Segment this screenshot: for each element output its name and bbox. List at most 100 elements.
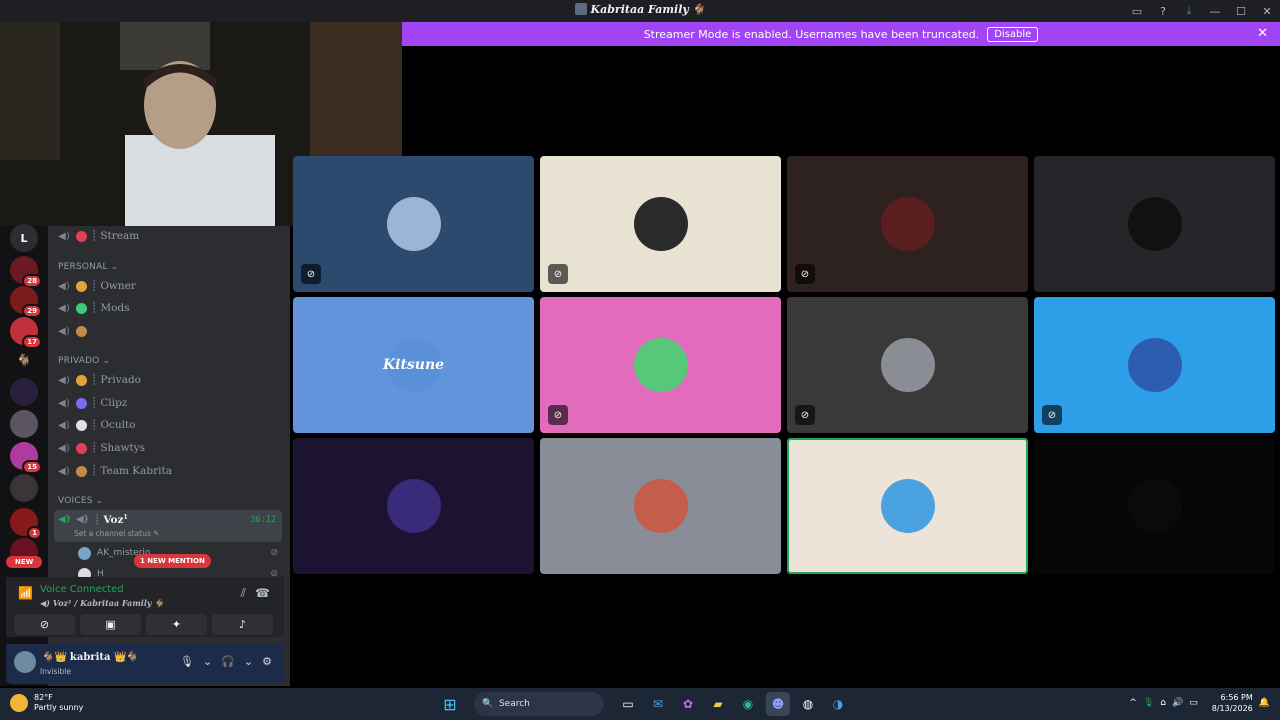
channel-voz-active[interactable]: ◀) ◀) ┊ Voz 1 36:12 Set a channel status ✎ bbox=[54, 510, 282, 542]
volume-icon[interactable]: 🔊 bbox=[1172, 698, 1183, 708]
category-voices[interactable]: VOICES ⌄+ bbox=[58, 494, 306, 508]
screen-share-button[interactable]: ▣ bbox=[80, 614, 141, 635]
avatar bbox=[78, 546, 91, 560]
soundboard-button[interactable]: ♪ bbox=[212, 614, 273, 635]
disconnect-icon[interactable]: ☎ bbox=[255, 586, 270, 600]
discord-icon[interactable]: ☻ bbox=[766, 692, 790, 716]
channel-oculto[interactable]: ◀) ┊ Oculto bbox=[58, 416, 280, 434]
help-icon[interactable]: ? bbox=[1150, 5, 1176, 18]
crown-emoji: 🐐👑 bbox=[42, 652, 67, 663]
muted-icon: ⊘ bbox=[548, 405, 568, 425]
channel-shawtys[interactable]: ◀) ┊ Shawtys bbox=[58, 439, 280, 457]
notifications-icon[interactable]: 🔔 bbox=[1259, 698, 1270, 708]
new-mention-pill[interactable]: 1 NEW MENTION bbox=[134, 554, 211, 568]
channel-label: Mods bbox=[100, 302, 130, 314]
server-icon-1[interactable]: 28 bbox=[10, 256, 42, 288]
channel-label: Shawtys bbox=[100, 442, 146, 454]
server-icon-6[interactable] bbox=[10, 410, 38, 438]
category-personal[interactable]: PERSONAL ⌄+ bbox=[58, 260, 321, 274]
channel-emoji bbox=[76, 280, 87, 292]
participant-tile[interactable] bbox=[787, 438, 1028, 574]
category-privado[interactable]: PRIVADO ⌄+ bbox=[58, 354, 313, 368]
user-avatar[interactable] bbox=[14, 651, 36, 673]
participant-tile[interactable] bbox=[540, 438, 781, 574]
participant-tile[interactable]: ⊘ bbox=[540, 156, 781, 292]
server-home[interactable]: L bbox=[10, 224, 38, 252]
voice-grid: ⊘ ⊘ ⊘ Kitsune ⊘ ⊘ ⊘ bbox=[293, 156, 1275, 574]
channel-label: Oculto bbox=[100, 419, 136, 431]
channel-status-hint[interactable]: Set a channel status ✎ bbox=[74, 529, 159, 538]
clock[interactable]: 6:56 PM 8/13/2026 bbox=[1212, 692, 1253, 714]
browser-icon[interactable]: ◑ bbox=[826, 692, 850, 716]
signal-icon[interactable]: 📶 bbox=[18, 586, 33, 600]
server-icon-3[interactable]: 17 bbox=[10, 317, 42, 349]
server-icon-5[interactable] bbox=[10, 378, 38, 406]
outlook-icon[interactable]: ✉ bbox=[646, 692, 670, 716]
chevron-down-icon[interactable]: ⌄ bbox=[244, 655, 253, 668]
search-box[interactable]: 🔍 Search bbox=[474, 692, 604, 716]
participant-tile[interactable]: ⊘ bbox=[293, 156, 534, 292]
battery-icon[interactable]: ▭ bbox=[1189, 698, 1198, 708]
separator: ┊ bbox=[91, 302, 98, 314]
chevron-down-icon[interactable]: ⌄ bbox=[203, 655, 212, 668]
user-display-name[interactable]: 🐐👑 kabrita 👑🐐 bbox=[42, 652, 139, 663]
microphone-tray-icon[interactable]: 🎙 bbox=[1143, 698, 1154, 708]
participant-tile[interactable]: ⊘ bbox=[1034, 297, 1275, 433]
channel-clipz[interactable]: ◀) ┊ Clipz bbox=[58, 394, 280, 412]
camera-toggle-button[interactable]: ⊘ bbox=[14, 614, 75, 635]
separator: ┊ bbox=[91, 230, 98, 242]
voice-state[interactable]: Voice Connected bbox=[40, 584, 124, 595]
channel-privado[interactable]: ◀) ┊ Privado bbox=[58, 371, 280, 389]
edge-icon[interactable]: ◉ bbox=[736, 692, 760, 716]
server-icon-8[interactable] bbox=[10, 474, 38, 502]
inbox-icon[interactable]: ▭ bbox=[1124, 5, 1150, 18]
channel-stream[interactable]: ◀) ┊ Stream bbox=[58, 227, 280, 245]
channel-team-kabrita[interactable]: ◀) ┊ Team Kabrita bbox=[58, 462, 280, 480]
channel-goat[interactable]: ◀) bbox=[58, 322, 280, 340]
minimize-icon[interactable]: — bbox=[1202, 5, 1228, 18]
streamer-mode-banner: Streamer Mode is enabled. Usernames have… bbox=[402, 22, 1280, 46]
channel-owner[interactable]: ◀) ┊ Owner bbox=[58, 277, 280, 295]
download-icon[interactable]: ⤓ bbox=[1176, 4, 1202, 18]
channel-mods[interactable]: ◀) ┊ Mods bbox=[58, 299, 280, 317]
channel-status-text: Set a channel status bbox=[74, 529, 151, 538]
task-view-icon[interactable]: ▭ bbox=[616, 692, 640, 716]
voice-icon: ◀) bbox=[58, 302, 70, 314]
participant-tile[interactable] bbox=[293, 438, 534, 574]
show-hidden-icons[interactable]: ^ bbox=[1129, 698, 1137, 708]
participant-avatar bbox=[880, 338, 935, 392]
server-icon-7[interactable]: 15 bbox=[10, 442, 42, 474]
copilot-icon[interactable]: ✿ bbox=[676, 692, 700, 716]
voice-location[interactable]: ◀) Voz¹ / Kabritaa Family 🐐 bbox=[40, 598, 164, 608]
disable-button[interactable]: Disable bbox=[987, 26, 1039, 42]
headphones-icon[interactable]: 🎧 bbox=[221, 655, 235, 668]
server-icon-9[interactable]: 1 bbox=[10, 508, 42, 540]
close-icon[interactable]: ✕ bbox=[1254, 5, 1280, 18]
participant-tile[interactable]: ⊘ bbox=[787, 297, 1028, 433]
weather-widget[interactable]: 82°F Partly sunny bbox=[10, 693, 83, 713]
taskbar-apps: ⊞ 🔍 Search ▭ ✉ ✿ ▰ ◉ ☻ ◍ ◑ bbox=[438, 692, 850, 716]
participant-tile[interactable]: Kitsune bbox=[293, 297, 534, 433]
partly-sunny-icon bbox=[10, 694, 28, 712]
participant-tile[interactable] bbox=[1034, 438, 1275, 574]
user-controls: 🎙 ⌄ 🎧 ⌄ ⚙ bbox=[180, 655, 272, 668]
file-explorer-icon[interactable]: ▰ bbox=[706, 692, 730, 716]
participant-tile[interactable]: ⊘ bbox=[540, 297, 781, 433]
server-icon-4[interactable]: 🐐 bbox=[10, 346, 38, 374]
chrome-icon[interactable]: ◍ bbox=[796, 692, 820, 716]
new-badge[interactable]: NEW bbox=[6, 556, 43, 568]
participant-tile[interactable]: ⊘ bbox=[787, 156, 1028, 292]
maximize-icon[interactable]: ☐ bbox=[1228, 5, 1254, 18]
start-icon[interactable]: ⊞ bbox=[438, 692, 462, 716]
server-icon-2[interactable]: 29 bbox=[10, 286, 42, 318]
banner-close-icon[interactable]: ✕ bbox=[1257, 26, 1268, 41]
voice-icon: ◀) bbox=[58, 419, 70, 431]
participant-avatar: Kitsune bbox=[383, 338, 444, 392]
network-icon[interactable]: ⌂ bbox=[1160, 698, 1166, 708]
microphone-icon[interactable]: 🎙 bbox=[180, 655, 194, 668]
participant-tile[interactable] bbox=[1034, 156, 1275, 292]
noise-suppression-icon[interactable]: ⫽ bbox=[241, 586, 246, 601]
weather-condition: Partly sunny bbox=[34, 703, 84, 712]
settings-gear-icon[interactable]: ⚙ bbox=[262, 655, 272, 668]
activities-button[interactable]: ✦ bbox=[146, 614, 207, 635]
